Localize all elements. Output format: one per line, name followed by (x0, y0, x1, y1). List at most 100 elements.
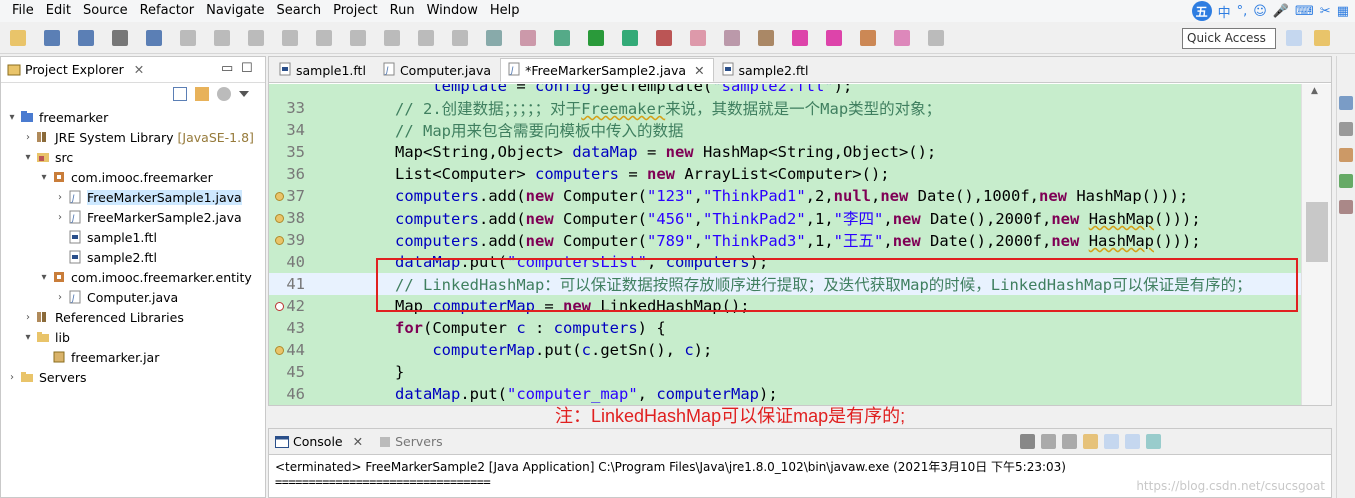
warning-marker-icon[interactable] (275, 235, 284, 245)
tree-item[interactable]: ▾ freemarker (1, 107, 265, 127)
last-edit-icon[interactable] (860, 30, 876, 46)
skin-icon[interactable]: ✂ (1320, 4, 1331, 19)
external-tools-icon[interactable] (656, 30, 672, 46)
toolbox-icon[interactable]: ▦ (1337, 4, 1349, 19)
debug-icon[interactable] (554, 30, 570, 46)
menu-edit[interactable]: Edit (40, 0, 77, 22)
stop-icon[interactable] (248, 30, 264, 46)
step-into-icon[interactable] (316, 30, 332, 46)
chevron-right-icon[interactable]: › (21, 312, 35, 323)
tree-item[interactable]: › JRE System Library [JavaSE-1.8] (1, 127, 265, 147)
forward-icon[interactable] (928, 30, 944, 46)
save-icon[interactable] (44, 30, 60, 46)
tree-item[interactable]: ▾ lib (1, 327, 265, 347)
perspective-icon[interactable] (1286, 30, 1302, 46)
drop-icon[interactable] (418, 30, 434, 46)
menu-run[interactable]: Run (384, 0, 421, 22)
maximize-icon[interactable]: ☐ (241, 61, 253, 76)
toggle-mark-icon[interactable] (486, 30, 502, 46)
minimize-icon[interactable]: ▭ (221, 61, 233, 76)
javadoc-icon[interactable] (1339, 174, 1353, 188)
terminate-icon[interactable] (1020, 434, 1035, 449)
toggle-icon[interactable] (146, 30, 162, 46)
declaration-icon[interactable] (1339, 200, 1353, 214)
chevron-down-icon[interactable]: ▾ (37, 272, 51, 283)
chevron-down-icon[interactable]: ▾ (5, 112, 19, 123)
view-menu-icon[interactable] (239, 91, 249, 97)
use-step-icon[interactable] (452, 30, 468, 46)
vertical-scrollbar[interactable]: ▲ (1301, 84, 1331, 405)
coverage-icon[interactable] (622, 30, 638, 46)
keyboard-icon[interactable]: ⌨ (1295, 4, 1314, 19)
menu-navigate[interactable]: Navigate (200, 0, 270, 22)
smile-icon[interactable]: ☺ (1253, 4, 1267, 19)
menu-window[interactable]: Window (421, 0, 484, 22)
run-icon[interactable] (588, 30, 604, 46)
editor-tab[interactable]: sample2.ftl (714, 58, 818, 82)
project-explorer-tab[interactable]: Project Explorer ✕ (7, 62, 144, 77)
chevron-right-icon[interactable]: › (53, 212, 67, 223)
menu-refactor[interactable]: Refactor (134, 0, 201, 22)
tree-item[interactable]: ▾ com.imooc.freemarker.entity (1, 267, 265, 287)
chevron-right-icon[interactable]: › (53, 192, 67, 203)
menu-file[interactable]: File (6, 0, 40, 22)
disconnect-icon[interactable] (282, 30, 298, 46)
error-marker-icon[interactable] (275, 301, 284, 311)
editor-tab[interactable]: sample1.ftl (271, 58, 375, 82)
quick-access-input[interactable]: Quick Access (1182, 28, 1276, 49)
chevron-down-icon[interactable]: ▾ (37, 172, 51, 183)
tree-item[interactable]: › Referenced Libraries (1, 307, 265, 327)
menu-source[interactable]: Source (77, 0, 134, 22)
step-return-icon[interactable] (384, 30, 400, 46)
back-icon[interactable] (894, 30, 910, 46)
java-perspective-icon[interactable] (1314, 30, 1330, 46)
tree-item[interactable]: › J FreeMarkerSample1.java (1, 187, 265, 207)
pin-console-icon[interactable] (1146, 434, 1161, 449)
outline-icon[interactable] (1339, 96, 1353, 110)
ime-lang-label[interactable]: 中 (1218, 2, 1231, 21)
menu-help[interactable]: Help (484, 0, 526, 22)
tree-item[interactable]: ▾ com.imooc.freemarker (1, 167, 265, 187)
menu-search[interactable]: Search (270, 0, 327, 22)
filters-icon[interactable] (217, 87, 231, 101)
remove-launch-icon[interactable] (1041, 434, 1056, 449)
open-type-icon[interactable] (690, 30, 706, 46)
clear-console-icon[interactable] (1083, 434, 1098, 449)
next-annotation-icon[interactable] (792, 30, 808, 46)
tab-servers[interactable]: Servers (379, 434, 443, 449)
search-icon[interactable] (758, 30, 774, 46)
ime-punct-label[interactable]: °, (1237, 4, 1248, 19)
search-ant-icon[interactable] (520, 30, 536, 46)
code-area[interactable]: template = config.getTemplate("sample2.f… (269, 84, 1303, 405)
remove-all-icon[interactable] (1062, 434, 1077, 449)
tree-item[interactable]: ▾ src (1, 147, 265, 167)
prev-annotation-icon[interactable] (826, 30, 842, 46)
collapse-all-icon[interactable] (173, 87, 187, 101)
menu-project[interactable]: Project (327, 0, 383, 22)
word-wrap-icon[interactable] (1125, 434, 1140, 449)
editor-tab[interactable]: J *FreeMarkerSample2.java ✕ (500, 58, 714, 82)
step-over-icon[interactable] (350, 30, 366, 46)
tab-console[interactable]: Console ✕ (275, 434, 363, 449)
chevron-down-icon[interactable]: ▾ (21, 152, 35, 163)
tree-item[interactable]: sample1.ftl (1, 227, 265, 247)
problems-icon[interactable] (1339, 148, 1353, 162)
ime-badge-icon[interactable]: 五 (1191, 1, 1212, 21)
tree-item[interactable]: sample2.ftl (1, 247, 265, 267)
warning-marker-icon[interactable] (275, 213, 284, 223)
open-task-icon[interactable] (724, 30, 740, 46)
close-icon[interactable]: ✕ (134, 62, 144, 77)
close-icon[interactable]: ✕ (353, 434, 363, 449)
chevron-right-icon[interactable]: › (5, 372, 19, 383)
mic-icon[interactable]: 🎤 (1273, 4, 1289, 19)
save-all-icon[interactable] (78, 30, 94, 46)
tree-item[interactable]: freemarker.jar (1, 347, 265, 367)
task-list-icon[interactable] (1339, 122, 1353, 136)
scroll-lock-icon[interactable] (1104, 434, 1119, 449)
tree-item[interactable]: › J Computer.java (1, 287, 265, 307)
scroll-up-icon[interactable]: ▲ (1311, 86, 1318, 96)
scroll-thumb[interactable] (1306, 202, 1328, 262)
print-icon[interactable] (112, 30, 128, 46)
editor-tab[interactable]: J Computer.java (375, 58, 500, 82)
tree-item[interactable]: › J FreeMarkerSample2.java (1, 207, 265, 227)
